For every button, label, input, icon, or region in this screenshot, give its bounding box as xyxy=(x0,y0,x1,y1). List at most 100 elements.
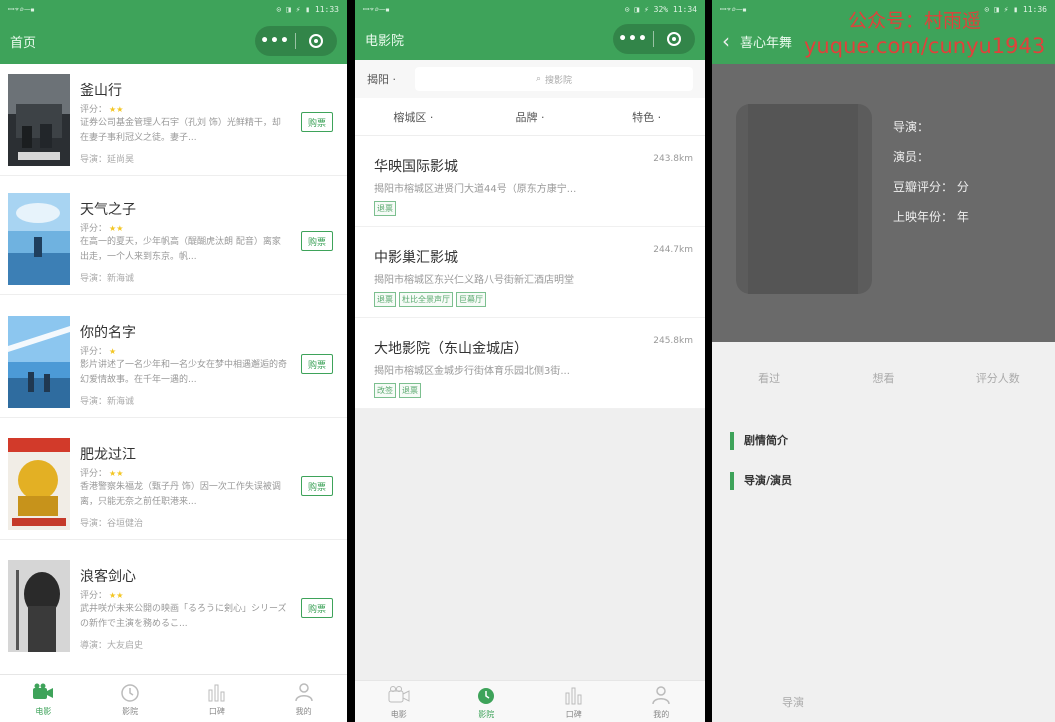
detail-year: 上映年份： 年 xyxy=(893,210,969,224)
tab-label: 影院 xyxy=(478,709,495,719)
watermark-url: yuque.com/cunyu1943 xyxy=(804,34,1046,58)
tab-cinema[interactable]: 影院 xyxy=(443,681,531,722)
movie-description: 在高一的夏天，少年帆高（醍醐虎汰朗 配音）离家出走，一个人来到东京。帆... xyxy=(80,237,281,262)
close-miniprogram-icon[interactable] xyxy=(296,34,336,48)
buy-ticket-button[interactable]: 购票 xyxy=(301,231,333,251)
bar-chart-icon xyxy=(206,681,228,703)
page-title: 喜心年舞 xyxy=(740,35,793,51)
detail-director: 导演： xyxy=(893,120,930,134)
tab-cinema[interactable]: 影院 xyxy=(87,675,174,722)
buy-ticket-button[interactable]: 购票 xyxy=(301,476,333,496)
phone-cinema-list: ꟷ⌔⌕⏤⏹ ⊙ ◨ ⚡ 32% 11:34 电影院 ••• 揭阳 · ⌕ 搜影院… xyxy=(355,0,705,722)
movie-title: 你的名字 xyxy=(80,325,136,341)
camera-icon xyxy=(388,684,410,706)
more-icon[interactable]: ••• xyxy=(613,31,653,47)
cinema-name: 华映国际影城 xyxy=(374,159,458,175)
more-icon[interactable]: ••• xyxy=(255,33,295,49)
cinema-tag: 巨幕厅 xyxy=(456,292,486,307)
tab-bar: 电影 影院 口碑 我的 xyxy=(355,680,705,722)
buy-ticket-button[interactable]: 购票 xyxy=(301,112,333,132)
cinema-name: 中影巢汇影城 xyxy=(374,250,458,266)
cinema-tags: 退票 杜比全景声厅 巨幕厅 xyxy=(374,292,486,307)
phone-movie-detail: ꟷ⌔⌕⏤⏹ ⊙ ◨ ⚡ ▮ 11:36 ‹ 喜心年舞 导演： 演员： 豆瓣评分：… xyxy=(712,0,1055,722)
movie-rating: 评分： ★★ xyxy=(80,105,124,115)
movie-hero: 导演： 演员： 豆瓣评分： 分 上映年份： 年 xyxy=(712,64,1055,342)
phone-movie-list: ꟷ⌔⌕⏤⏹ ⊙ ◨ ⚡ ▮ 11:33 首页 ••• 釜山行 评分： ★★ 证券… xyxy=(0,0,347,722)
back-icon[interactable]: ‹ xyxy=(722,29,730,53)
cinema-address: 揭阳市榕城区进贤门大道44号（原东方康宁... xyxy=(374,184,577,195)
movie-director: 导演：谷垣健治 xyxy=(80,519,144,529)
movie-rating: 评分： ★★ xyxy=(80,591,124,601)
movie-title: 浪客剑心 xyxy=(80,569,136,585)
section-synopsis: 剧情简介 xyxy=(730,432,788,450)
panel-divider xyxy=(347,0,355,722)
movie-director: 导演：延尚昊 xyxy=(80,155,135,165)
tab-label: 影院 xyxy=(122,706,139,716)
search-icon: ⌕ xyxy=(535,74,542,84)
cinema-item[interactable]: 大地影院（东山金城店） 245.8km 揭阳市榕城区金城步行街体育乐园北侧3街.… xyxy=(355,318,705,409)
movie-item[interactable]: 天气之子 评分： ★★ 在高一的夏天，少年帆高（醍醐虎汰朗 配音）离家出走，一个人… xyxy=(0,183,347,295)
city-selector[interactable]: 揭阳 · xyxy=(367,71,415,87)
movie-director: 导演：新海诚 xyxy=(80,274,135,284)
movie-rating: 评分： ★ xyxy=(80,347,117,357)
movie-item[interactable]: 肥龙过江 评分： ★★ 香港警察朱福龙（甄子丹 饰）因一次工作失误被调离，只能无奈… xyxy=(0,428,347,540)
movie-item[interactable]: 浪客剑心 评分： ★★ 武井咲が未来公開の映画「るろうに剣心」シリーズの新作で主演… xyxy=(0,550,347,662)
stat-watched[interactable]: 看过 xyxy=(712,370,826,386)
movie-item[interactable]: 釜山行 评分： ★★ 证券公司基金管理人石宇（孔刘 饰）光鲜精干，却在妻子事利冠义… xyxy=(0,64,347,176)
nav-header: 首页 ••• xyxy=(0,18,347,64)
movie-poster xyxy=(8,193,70,285)
cinema-address: 揭阳市榕城区东兴仁义路八号街新汇酒店明堂 xyxy=(374,275,574,286)
tab-reviews[interactable]: 口碑 xyxy=(174,675,261,722)
stat-want[interactable]: 想看 xyxy=(826,370,940,386)
user-icon xyxy=(293,681,315,703)
cinema-tag: 退票 xyxy=(374,201,396,216)
screenshot-collage: ꟷ⌔⌕⏤⏹ ⊙ ◨ ⚡ ▮ 11:33 首页 ••• 釜山行 评分： ★★ 证券… xyxy=(0,0,1055,722)
cinema-tag: 退票 xyxy=(374,292,396,307)
cinema-item[interactable]: 华映国际影城 243.8km 揭阳市榕城区进贤门大道44号（原东方康宁... 退… xyxy=(355,136,705,227)
status-time: ⊙ ◨ ⚡ ▮ 11:36 xyxy=(984,4,1047,14)
movie-rating: 评分： ★★ xyxy=(80,224,124,234)
filter-bar: 榕城区 · 品牌 · 特色 · xyxy=(355,98,705,136)
tab-reviews[interactable]: 口碑 xyxy=(530,681,618,722)
movie-poster xyxy=(8,74,70,166)
tab-movies[interactable]: 电影 xyxy=(0,675,87,722)
movie-poster xyxy=(8,560,70,652)
page-title: 首页 xyxy=(10,35,37,51)
tab-label: 电影 xyxy=(390,709,407,719)
movie-item[interactable]: 你的名字 评分： ★ 影片讲述了一名少年和一名少女在梦中相遇邂逅的奇幻爱情故事。在… xyxy=(0,306,347,418)
detail-poster xyxy=(736,104,872,294)
cinema-item[interactable]: 中影巢汇影城 244.7km 揭阳市榕城区东兴仁义路八号街新汇酒店明堂 退票 杜… xyxy=(355,227,705,318)
tab-movies[interactable]: 电影 xyxy=(355,681,443,722)
detail-actors: 演员： xyxy=(893,150,930,164)
movie-director: 導演：大友启史 xyxy=(80,641,144,651)
buy-ticket-button[interactable]: 购票 xyxy=(301,598,333,618)
tab-label: 口碑 xyxy=(565,709,582,719)
mini-program-capsule: ••• xyxy=(613,24,695,54)
status-signal: ꟷ⌔⌕⏤⏹ xyxy=(8,4,35,14)
search-input[interactable]: ⌕ 搜影院 xyxy=(415,67,693,91)
close-miniprogram-icon[interactable] xyxy=(654,32,694,46)
filter-feature[interactable]: 特色 · xyxy=(588,109,705,125)
tab-mine[interactable]: 我的 xyxy=(618,681,706,722)
cinema-name: 大地影院（东山金城店） xyxy=(374,341,528,357)
tab-label: 我的 xyxy=(653,709,670,719)
movie-director: 导演：新海诚 xyxy=(80,397,135,407)
detail-rating: 豆瓣评分： 分 xyxy=(893,180,969,194)
bottom-director-label: 导演 xyxy=(782,696,804,709)
tab-label: 电影 xyxy=(35,706,52,716)
filter-brand[interactable]: 品牌 · xyxy=(472,109,589,125)
movie-description: 证券公司基金管理人石宇（孔刘 饰）光鲜精干，却在妻子事利冠义之徒。妻子... xyxy=(80,118,281,143)
top-bar: ꟷ⌔⌕⏤⏹ ⊙ ◨ ⚡ 32% 11:34 电影院 ••• xyxy=(355,0,705,60)
status-bar: ꟷ⌔⌕⏤⏹ ⊙ ◨ ⚡ 32% 11:34 xyxy=(355,0,705,18)
status-signal: ꟷ⌔⌕⏤⏹ xyxy=(720,4,747,14)
cinema-tag: 杜比全景声厅 xyxy=(399,292,453,307)
nav-header: 电影院 ••• xyxy=(355,18,705,60)
movie-rating: 评分： ★★ xyxy=(80,469,124,479)
buy-ticket-button[interactable]: 购票 xyxy=(301,354,333,374)
cinema-tag: 改签 xyxy=(374,383,396,398)
cinema-tag: 退票 xyxy=(399,383,421,398)
filter-district[interactable]: 榕城区 · xyxy=(355,109,472,125)
stats-row: 看过 想看 评分人数 xyxy=(712,342,1055,414)
tab-mine[interactable]: 我的 xyxy=(260,675,347,722)
tab-label: 我的 xyxy=(295,706,312,716)
